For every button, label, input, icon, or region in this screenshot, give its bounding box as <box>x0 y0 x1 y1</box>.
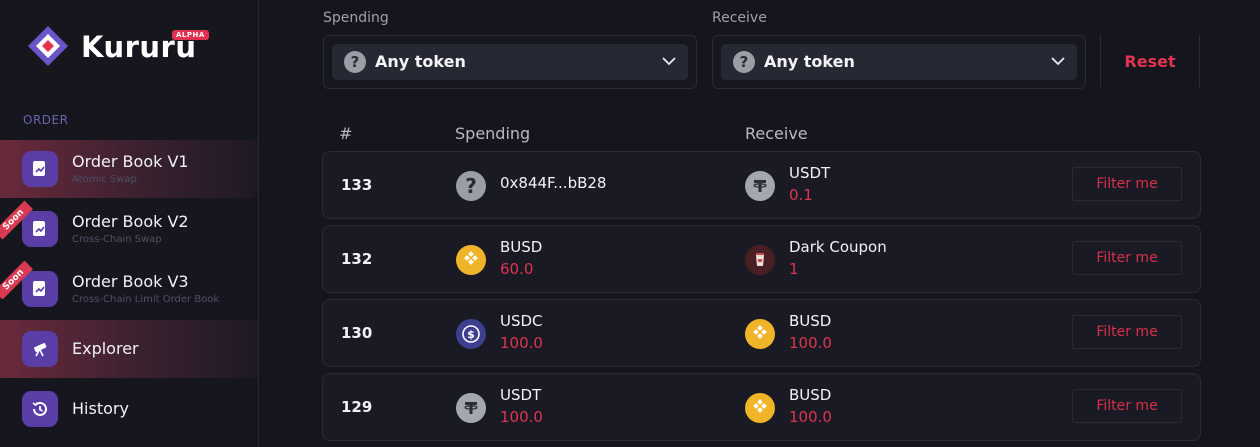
receive-select-value: Any token <box>764 52 855 71</box>
filter-me-button[interactable]: Filter me <box>1072 389 1182 423</box>
receive-filter: ? Any token <box>712 35 1086 89</box>
alpha-badge: ALPHA <box>172 30 209 40</box>
table-row: 129 USDT 100.0 BUSD 100.0 Filter me <box>322 373 1201 441</box>
spending-filter-label: Spending <box>323 10 389 26</box>
sidebar-item-subtitle: Cross-Chain Swap <box>72 234 162 245</box>
sidebar-item-title: Explorer <box>72 339 139 358</box>
busd-icon <box>745 393 775 423</box>
spending-token-select[interactable]: ? Any token <box>332 44 688 80</box>
table-row: 133 ? 0x844F...bB28 USDT 0.1 Filter me <box>322 151 1201 219</box>
spend-token-name: USDC <box>500 312 543 330</box>
table-row: 130 $ USDC 100.0 BUSD 100.0 Filter me <box>322 299 1201 367</box>
sidebar-item-title: Order Book V3 <box>72 272 189 291</box>
sidebar: Kururu ALPHA ORDER Order Book V1 Atomic … <box>0 0 259 447</box>
sidebar-item-title: Order Book V1 <box>72 152 189 171</box>
spending-select-value: Any token <box>375 52 466 71</box>
table-row: 132 BUSD 60.0 Dark Coupon 1 Filter me <box>322 225 1201 293</box>
order-id: 130 <box>341 324 373 342</box>
spend-token-name: BUSD <box>500 238 543 256</box>
sidebar-item-subtitle: Atomic Swap <box>72 174 137 185</box>
spend-token-name: USDT <box>500 386 542 404</box>
order-id: 132 <box>341 250 373 268</box>
receive-filter-label: Receive <box>712 10 767 26</box>
receive-token-amount: 100.0 <box>789 334 832 352</box>
column-header-spending: Spending <box>455 124 531 143</box>
spend-token-amount: 100.0 <box>500 334 543 352</box>
unknown-token-icon: ? <box>456 171 486 201</box>
sidebar-item-order-book-v3[interactable]: Soon Order Book V3 Cross-Chain Limit Ord… <box>0 260 258 318</box>
receive-token-amount: 1 <box>789 260 799 278</box>
usdt-icon <box>456 393 486 423</box>
sidebar-item-history[interactable]: History <box>0 380 258 438</box>
sidebar-item-order-book-v1[interactable]: Order Book V1 Atomic Swap <box>0 140 258 198</box>
edit-document-icon <box>22 271 58 307</box>
busd-icon <box>456 245 486 275</box>
receive-token-name: Dark Coupon <box>789 238 887 256</box>
usdc-icon: $ <box>456 319 486 349</box>
spend-token-amount: 60.0 <box>500 260 534 278</box>
chevron-down-icon <box>662 57 676 66</box>
main-content: Spending ? Any token Receive ? Any token… <box>258 0 1260 447</box>
order-id: 133 <box>341 176 373 194</box>
busd-icon <box>745 319 775 349</box>
spend-token-name: 0x844F...bB28 <box>500 174 607 192</box>
filter-me-button[interactable]: Filter me <box>1072 315 1182 349</box>
history-icon <box>22 391 58 427</box>
receive-token-select[interactable]: ? Any token <box>721 44 1077 80</box>
sidebar-item-order-book-v2[interactable]: Soon Order Book V2 Cross-Chain Swap <box>0 200 258 258</box>
section-label-order: ORDER <box>23 113 69 127</box>
receive-token-amount: 100.0 <box>789 408 832 426</box>
sidebar-item-explorer[interactable]: Explorer <box>0 320 258 378</box>
edit-document-icon <box>22 211 58 247</box>
filter-me-button[interactable]: Filter me <box>1072 241 1182 275</box>
column-header-id: # <box>339 124 353 143</box>
telescope-icon <box>22 331 58 367</box>
edit-document-icon <box>22 151 58 187</box>
receive-token-name: BUSD <box>789 312 832 330</box>
receive-token-name: BUSD <box>789 386 832 404</box>
receive-token-name: USDT <box>789 164 831 182</box>
sidebar-item-title: Order Book V2 <box>72 212 189 231</box>
reset-container: Reset <box>1100 35 1200 87</box>
spending-filter: ? Any token <box>323 35 697 89</box>
kururu-logo-icon <box>28 26 68 66</box>
filter-me-button[interactable]: Filter me <box>1072 167 1182 201</box>
svg-text:$: $ <box>467 328 475 341</box>
reset-button[interactable]: Reset <box>1101 52 1199 71</box>
sidebar-item-title: History <box>72 399 129 418</box>
brand-logo[interactable]: Kururu ALPHA <box>26 24 216 68</box>
spend-token-amount: 100.0 <box>500 408 543 426</box>
dark-coupon-icon <box>745 245 775 275</box>
order-id: 129 <box>341 398 373 416</box>
question-token-icon: ? <box>733 51 755 73</box>
sidebar-item-subtitle: Cross-Chain Limit Order Book <box>72 294 220 305</box>
usdt-icon <box>745 171 775 201</box>
question-token-icon: ? <box>344 51 366 73</box>
column-header-receive: Receive <box>745 124 808 143</box>
receive-token-amount: 0.1 <box>789 186 813 204</box>
chevron-down-icon <box>1051 57 1065 66</box>
